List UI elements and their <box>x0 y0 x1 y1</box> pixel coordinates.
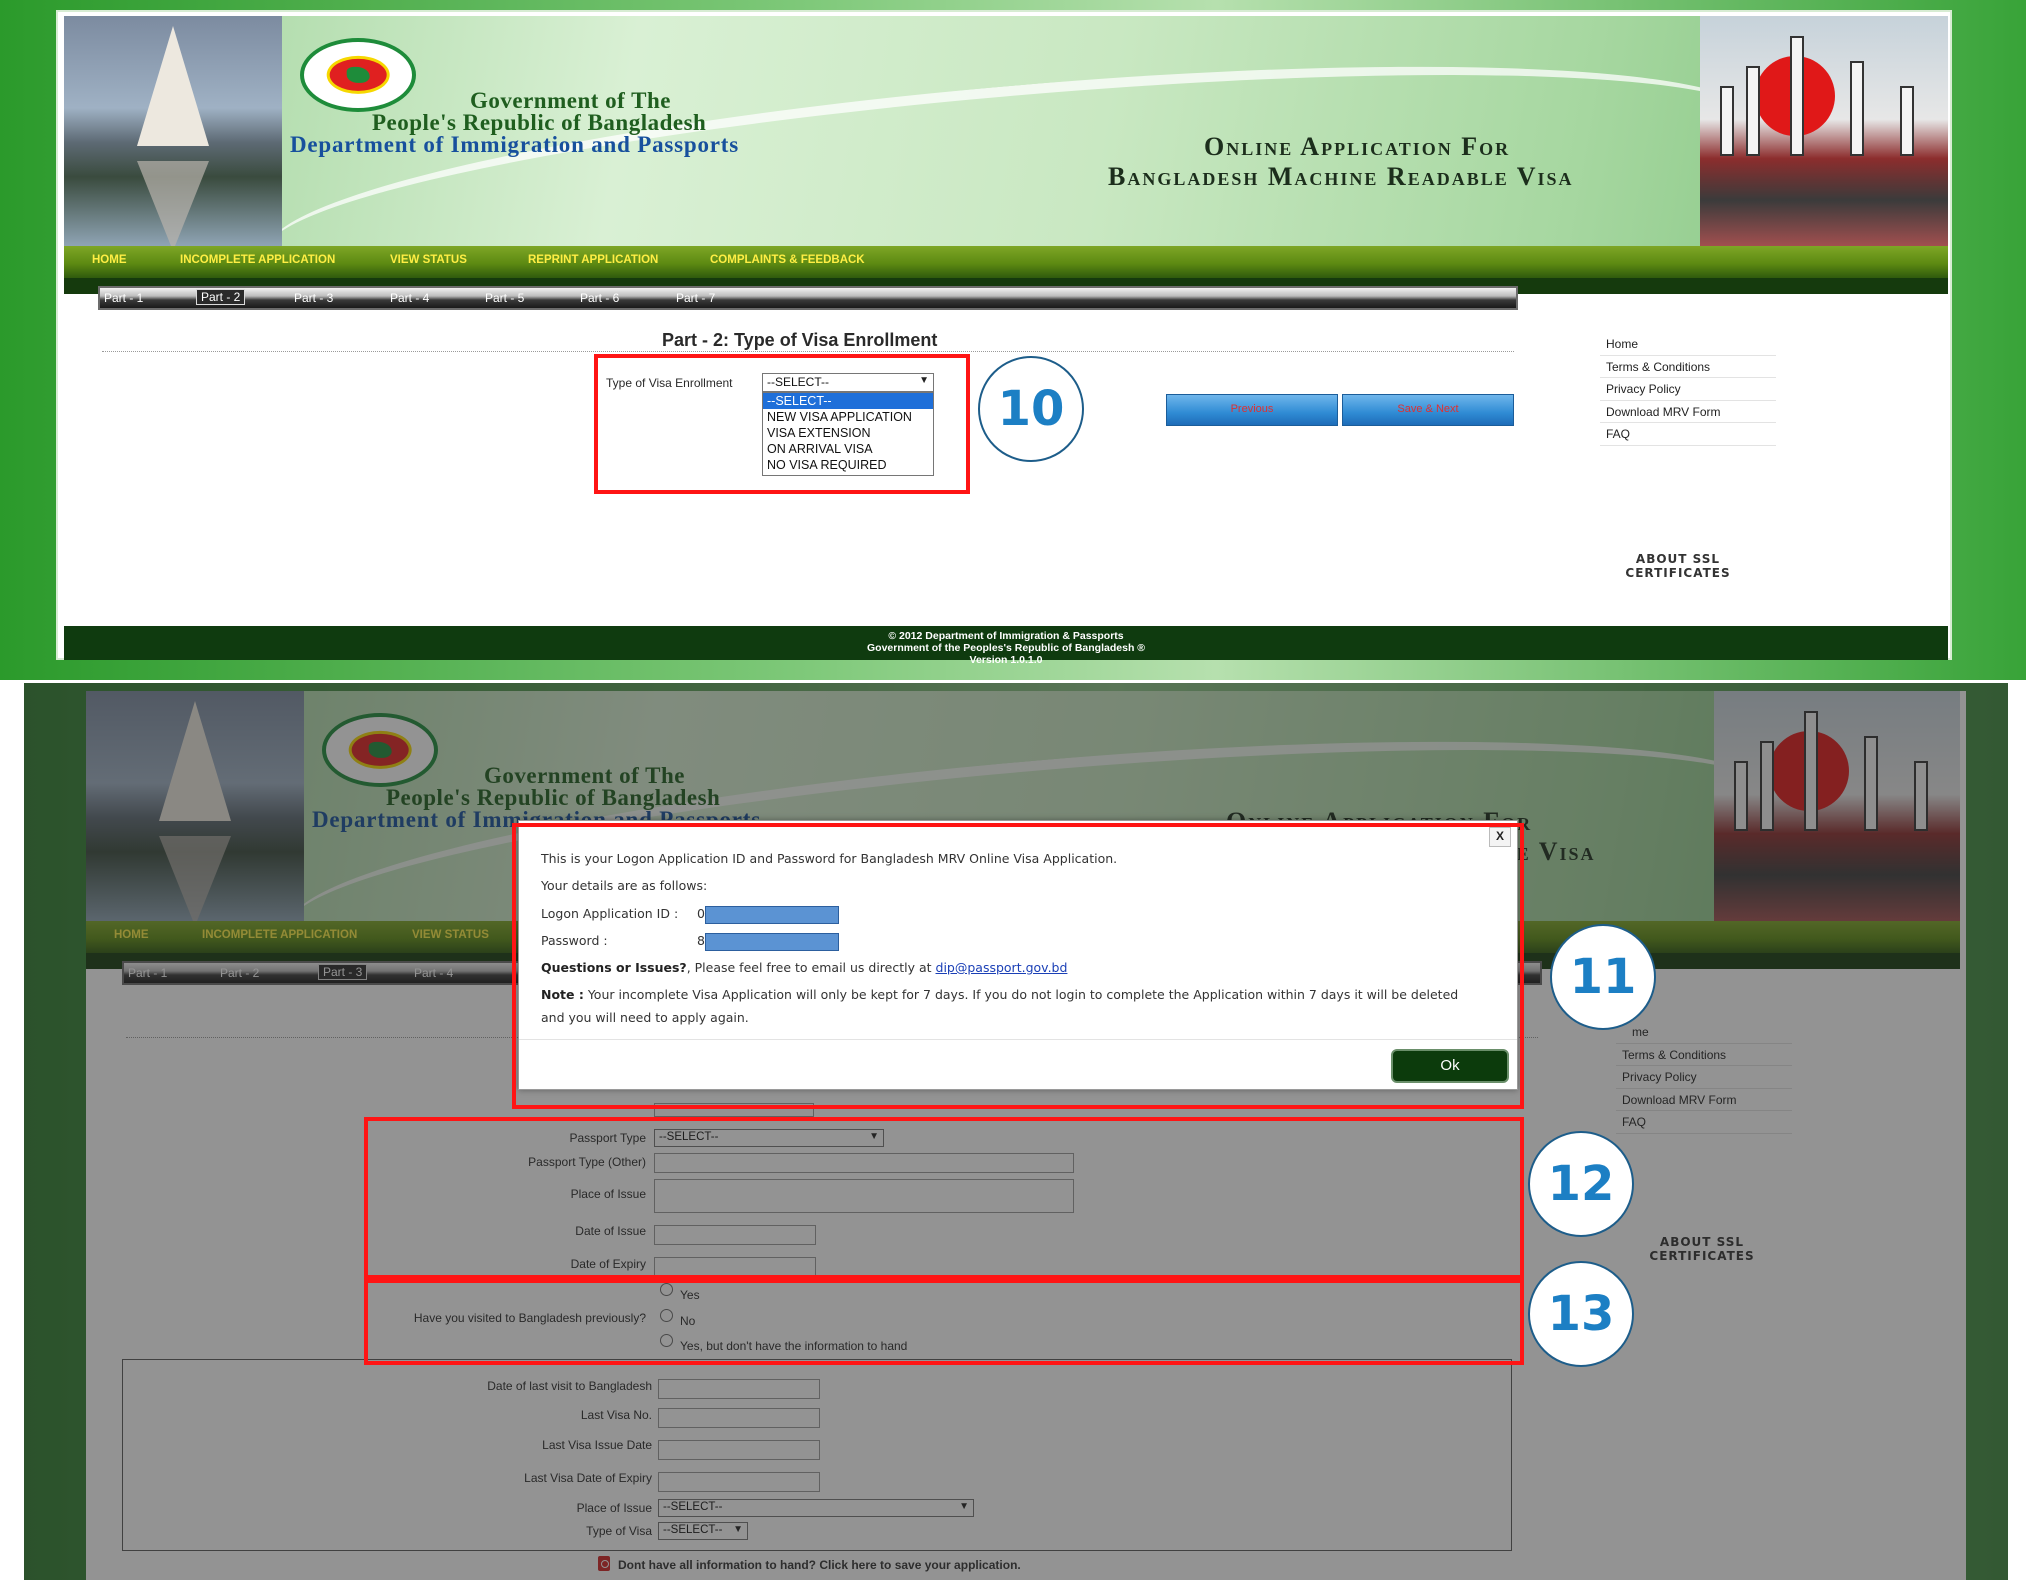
visa-enrollment-label: Type of Visa Enrollment <box>606 376 733 390</box>
tab-part-6[interactable]: Part - 6 <box>580 291 619 305</box>
screenshot-visa-enrollment: Government of The People's Republic of B… <box>0 0 2026 680</box>
nav-view-status[interactable]: VIEW STATUS <box>390 254 467 266</box>
tab-part-1[interactable]: Part - 1 <box>104 291 143 305</box>
parliament-spire-icon <box>137 26 209 146</box>
martyrs-monument-photo-right <box>1700 16 1948 246</box>
sidebar-privacy[interactable]: Privacy Policy <box>1600 378 1776 401</box>
title-divider <box>102 351 1514 352</box>
parts-tab-bar: Part - 1 Part - 2 Part - 3 Part - 4 Part… <box>98 286 1518 310</box>
footer-version: Version 1.0.1.0 <box>969 654 1043 666</box>
sidebar-home[interactable]: Home <box>1600 333 1776 356</box>
screenshot-login-modal: Government of The People's Republic of B… <box>24 683 2008 1580</box>
sidebar-links: Home Terms & Conditions Privacy Policy D… <box>1600 333 1776 446</box>
highlight-box-12 <box>364 1117 1524 1279</box>
gov-line3: Department of Immigration and Passports <box>290 132 740 157</box>
tab-part-7[interactable]: Part - 7 <box>676 291 715 305</box>
monument-photo-left <box>64 16 282 246</box>
online-line1: Online Application For <box>1204 132 1511 161</box>
header-banner: Government of The People's Republic of B… <box>64 16 1948 246</box>
ssl-certificates-link[interactable]: ABOUT SSL CERTIFICATES <box>1618 552 1738 580</box>
option-on-arrival-visa[interactable]: ON ARRIVAL VISA <box>763 441 933 457</box>
tab-part-5[interactable]: Part - 5 <box>485 291 524 305</box>
option-no-visa-required[interactable]: NO VISA REQUIRED <box>763 457 933 473</box>
tab-part-2[interactable]: Part - 2 <box>196 289 246 305</box>
page-footer: © 2012 Department of Immigration & Passp… <box>64 626 1948 666</box>
sidebar-download-mrv-form[interactable]: Download MRV Form <box>1600 401 1776 423</box>
online-line2: Bangladesh Machine Readable Visa <box>1108 162 1574 191</box>
save-next-button[interactable]: Save & Next <box>1342 394 1514 426</box>
sidebar-terms[interactable]: Terms & Conditions <box>1600 356 1776 378</box>
footer-government: Government of the Peoples's Republic of … <box>866 642 1146 654</box>
nav-complaints-feedback[interactable]: COMPLAINTS & FEEDBACK <box>710 254 865 266</box>
visa-enrollment-dropdown: --SELECT-- NEW VISA APPLICATION VISA EXT… <box>762 392 934 476</box>
nav-reprint-application[interactable]: REPRINT APPLICATION <box>528 254 658 266</box>
sidebar-faq[interactable]: FAQ <box>1600 423 1776 446</box>
tab-part-3[interactable]: Part - 3 <box>294 291 333 305</box>
page-title: Part - 2: Type of Visa Enrollment <box>662 330 938 350</box>
chevron-down-icon: ▼ <box>919 375 929 386</box>
visa-enrollment-select[interactable]: --SELECT-- ▼ <box>762 373 934 392</box>
ssl-line2: CERTIFICATES <box>1625 566 1731 580</box>
step-number-12: 12 <box>1528 1131 1634 1237</box>
main-nav: HOME INCOMPLETE APPLICATION VIEW STATUS … <box>64 246 1948 278</box>
highlight-box-11 <box>512 823 1524 1109</box>
previous-button[interactable]: Previous <box>1166 394 1338 426</box>
select-value: --SELECT-- <box>767 375 830 389</box>
option-new-visa-application[interactable]: NEW VISA APPLICATION <box>763 409 933 425</box>
government-emblem-logo <box>300 38 416 112</box>
step-number-11: 11 <box>1550 924 1656 1030</box>
tab-part-4[interactable]: Part - 4 <box>390 291 429 305</box>
footer-copyright: © 2012 Department of Immigration & Passp… <box>888 630 1124 642</box>
nav-incomplete-application[interactable]: INCOMPLETE APPLICATION <box>180 254 335 266</box>
highlight-box-13 <box>364 1279 1524 1365</box>
option-visa-extension[interactable]: VISA EXTENSION <box>763 425 933 441</box>
reflection-icon <box>137 161 209 246</box>
step-number-13: 13 <box>1528 1261 1634 1367</box>
nav-home[interactable]: HOME <box>92 254 127 266</box>
option-select[interactable]: --SELECT-- <box>763 393 933 409</box>
step-number-10: 10 <box>978 356 1084 462</box>
page-frame: Government of The People's Republic of B… <box>56 10 1952 666</box>
ssl-line1: ABOUT SSL <box>1635 552 1721 566</box>
